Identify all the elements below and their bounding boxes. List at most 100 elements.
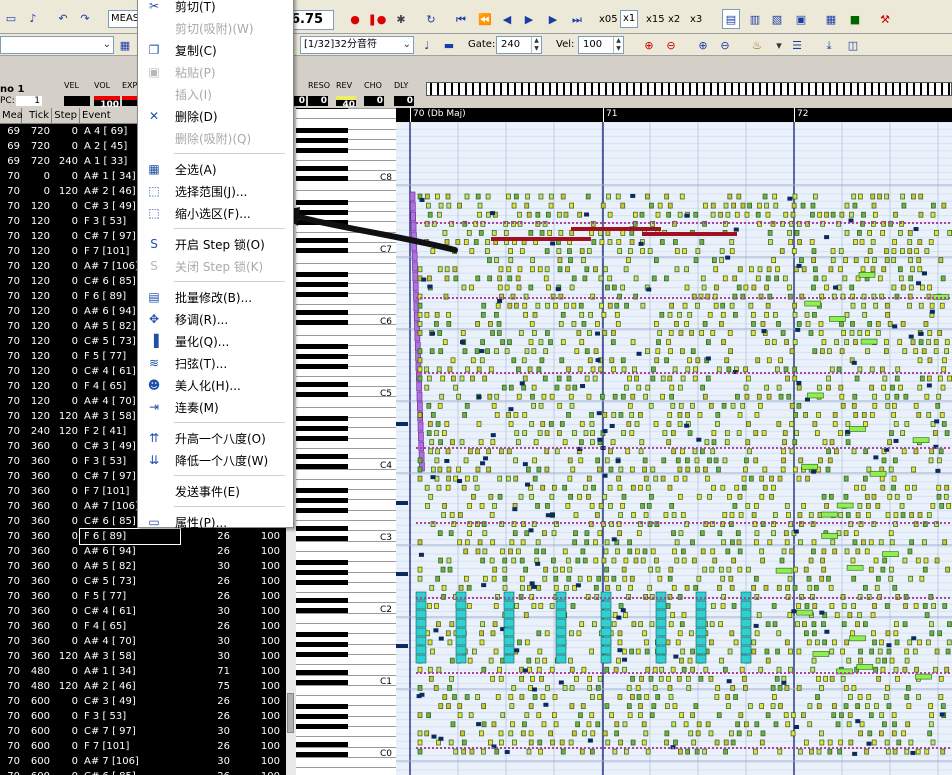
white-key[interactable] — [296, 447, 396, 449]
white-key[interactable] — [296, 550, 396, 552]
column-header[interactable]: Mea — [0, 108, 23, 123]
black-key[interactable] — [296, 416, 348, 421]
piano-keyboard[interactable]: C8 C7 C6 C5 C4 C3 C2 C1 C0 — [296, 108, 396, 775]
black-key[interactable] — [296, 210, 348, 215]
mini-keyboard[interactable] — [426, 82, 952, 96]
black-key[interactable] — [296, 752, 348, 757]
zoom-in-icon[interactable]: ⊕ — [640, 35, 658, 55]
black-key[interactable] — [296, 488, 348, 493]
note-grid[interactable] — [396, 122, 952, 775]
mixer-value[interactable]: 0 — [308, 96, 328, 106]
event-row[interactable]: 70 360 0 F 5 [ 77] 26 100 — [0, 589, 286, 604]
note-duration-dropdown[interactable]: [1/32]32分音符 ⌄ — [300, 36, 414, 54]
black-key[interactable] — [296, 344, 348, 349]
white-key[interactable] — [296, 664, 396, 666]
white-key[interactable] — [296, 262, 396, 264]
black-key[interactable] — [296, 464, 348, 469]
menu-item[interactable]: S 开启 Step 锁(O) — [138, 233, 293, 255]
black-key[interactable] — [296, 608, 348, 613]
white-key[interactable] — [296, 478, 396, 480]
measure-ruler[interactable]: 70 (Db Maj) 71 72 — [396, 108, 952, 122]
open-icon[interactable]: ▭ — [2, 8, 20, 28]
go-end-icon[interactable]: ⏭ — [568, 9, 586, 29]
menu-item[interactable]: 发送事件(E) — [138, 480, 293, 502]
record-icon[interactable]: ● — [346, 9, 364, 29]
event-row[interactable]: 70 480 0 A# 1 [ 34] 71 100 — [0, 664, 286, 679]
menu-item[interactable]: ▭ 属性(P)... — [138, 511, 293, 533]
white-key[interactable] — [296, 736, 396, 738]
staff-view-icon[interactable]: ▧ — [768, 9, 786, 29]
menu-item[interactable]: ▤ 批量修改(B)... — [138, 286, 293, 308]
black-key[interactable] — [296, 354, 348, 359]
tempo-display[interactable]: 6.75 — [288, 10, 334, 30]
black-key[interactable] — [296, 598, 348, 603]
black-key[interactable] — [296, 392, 348, 397]
mixer-value[interactable]: 0 — [364, 96, 384, 106]
menu-item[interactable]: ▐ 量化(Q)... — [138, 330, 293, 352]
zoom-x2-button[interactable]: x2 — [666, 10, 682, 30]
event-row[interactable]: 70 600 0 F 7 [101] 26 100 — [0, 739, 286, 754]
white-key[interactable] — [296, 159, 396, 161]
zoom-in-vertical-icon[interactable]: ⊕ — [694, 35, 712, 55]
white-key[interactable] — [296, 695, 396, 697]
black-key[interactable] — [296, 652, 348, 657]
white-key[interactable] — [296, 303, 396, 305]
black-key[interactable] — [296, 238, 348, 243]
zoom-x1-button[interactable]: x1 — [620, 10, 639, 28]
event-row[interactable]: 70 600 0 A# 7 [106] 30 100 — [0, 754, 286, 769]
event-row[interactable]: 70 360 0 C# 5 [ 73] 26 100 — [0, 574, 286, 589]
menu-item[interactable]: ✕ 删除(D) — [138, 105, 293, 127]
white-key[interactable] — [296, 190, 396, 192]
black-key[interactable] — [296, 108, 348, 109]
book-icon[interactable]: ◫ — [844, 35, 862, 55]
black-key[interactable] — [296, 128, 348, 133]
event-row[interactable]: 70 360 0 F 4 [ 65] 26 100 — [0, 619, 286, 634]
white-key[interactable] — [296, 231, 396, 233]
column-header[interactable]: Tick — [22, 108, 52, 123]
black-key[interactable] — [296, 436, 348, 441]
event-row[interactable]: 70 360 0 A# 6 [ 94] 26 100 — [0, 544, 286, 559]
black-key[interactable] — [296, 498, 348, 503]
event-row[interactable]: 70 360 120 A# 3 [ 58] 30 100 — [0, 649, 286, 664]
zoom-x05-button[interactable]: x05 — [597, 10, 620, 30]
menu-item[interactable]: ✥ 移调(R)... — [138, 308, 293, 330]
black-key[interactable] — [296, 570, 348, 575]
menu-item[interactable]: ✂ 剪切(T) — [138, 0, 293, 17]
white-key[interactable] — [296, 118, 396, 120]
white-key[interactable] — [296, 767, 396, 769]
black-key[interactable] — [296, 632, 348, 637]
white-key[interactable] — [296, 334, 396, 336]
mixer-icon[interactable]: ■ — [846, 9, 864, 29]
insert-icon[interactable]: ▦ — [116, 35, 134, 55]
white-key[interactable] — [296, 406, 396, 408]
black-key[interactable] — [296, 526, 348, 531]
menu-item[interactable]: ⇊ 降低一个八度(W) — [138, 449, 293, 471]
step-forward-icon[interactable]: ▶ — [544, 9, 562, 29]
black-key[interactable] — [296, 670, 348, 675]
monitor-icon[interactable]: ▣ — [792, 9, 810, 29]
file-icon[interactable]: ♪ — [24, 8, 42, 28]
black-key[interactable] — [296, 724, 348, 729]
event-row[interactable]: 70 600 0 C# 3 [ 49] 26 100 — [0, 694, 286, 709]
mixer-value[interactable] — [64, 96, 90, 106]
event-row[interactable]: 70 600 0 F 3 [ 53] 26 100 — [0, 709, 286, 724]
metronome-icon[interactable]: ✱ — [392, 9, 410, 29]
black-key[interactable] — [296, 220, 348, 225]
play-icon[interactable]: ▶ — [520, 9, 538, 29]
mixer-value[interactable]: 100 — [94, 96, 120, 110]
piano-roll[interactable]: 70 (Db Maj) 71 72 — [396, 108, 952, 775]
loop-icon[interactable]: ↻ — [422, 9, 440, 29]
zoom-x3-button[interactable]: x3 — [688, 10, 704, 30]
event-row[interactable]: 70 360 0 A# 5 [ 82] 30 100 — [0, 559, 286, 574]
column-header[interactable]: Step — [52, 108, 80, 123]
menu-item[interactable]: ❐ 复制(C) — [138, 39, 293, 61]
white-key[interactable] — [296, 623, 396, 624]
redo-icon[interactable]: ↷ — [76, 8, 94, 28]
black-key[interactable] — [296, 292, 348, 297]
black-key[interactable] — [296, 704, 348, 709]
event-row[interactable]: 70 480 120 A# 2 [ 46] 75 100 — [0, 679, 286, 694]
rest-icon[interactable]: ▬ — [440, 35, 458, 55]
tools-icon[interactable]: ⚒ — [876, 9, 894, 29]
mixer-value[interactable]: 40 — [336, 96, 356, 110]
zoom-x15-button[interactable]: x15 — [644, 10, 667, 30]
